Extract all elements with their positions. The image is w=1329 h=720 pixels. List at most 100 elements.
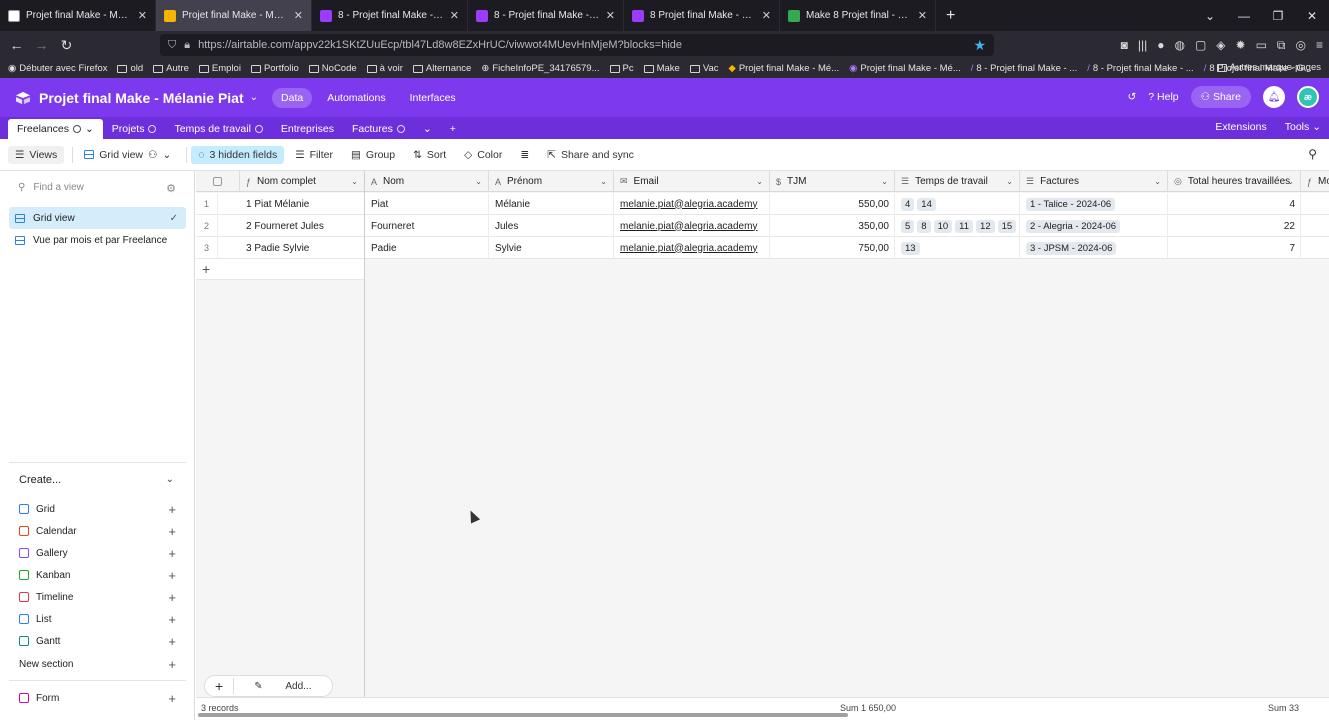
- create-kanban[interactable]: Kanban +: [19, 565, 176, 585]
- cell-tjm[interactable]: 750,00: [770, 237, 895, 259]
- linked-record-chip[interactable]: 12: [976, 219, 995, 233]
- linked-record-chip[interactable]: 11: [955, 219, 974, 233]
- pocket-icon[interactable]: ◙: [1121, 38, 1128, 52]
- email-link[interactable]: melanie.piat@alegria.academy: [620, 243, 757, 254]
- linked-record-chip[interactable]: 4: [901, 197, 915, 211]
- plus-icon[interactable]: +: [168, 612, 176, 627]
- share-button[interactable]: ⚇ Share: [1190, 86, 1251, 108]
- notifications-bell-icon[interactable]: 🔔︎: [1263, 86, 1285, 108]
- cell-total-heures[interactable]: 4: [1168, 193, 1301, 215]
- tab-entreprises[interactable]: Entreprises: [272, 119, 343, 139]
- bookmark-item[interactable]: ◉ Débuter avec Firefox: [8, 63, 107, 74]
- extension-icon[interactable]: ▢: [1195, 38, 1206, 52]
- bookmark-folder[interactable]: Emploi: [198, 63, 241, 74]
- table-row[interactable]: 3 3 Padie Sylvie Padie Sylvie melanie.pi…: [196, 237, 1329, 259]
- close-tab-icon[interactable]: ✕: [606, 9, 615, 22]
- extension-p-icon[interactable]: ●: [1157, 38, 1164, 52]
- filter-button[interactable]: ☰ Filter: [288, 146, 340, 164]
- email-link[interactable]: melanie.piat@alegria.academy: [620, 221, 757, 232]
- url-bar[interactable]: ⛉ 🔒︎ https://airtable.com/appv22k1SKtZUu…: [160, 34, 994, 56]
- add-record-button[interactable]: +: [205, 678, 235, 694]
- linked-record-chip[interactable]: 8: [917, 219, 931, 233]
- sum-total-heures[interactable]: Sum 33: [1268, 703, 1299, 713]
- cell-factures[interactable]: 1 - Talice - 2024-06: [1020, 193, 1168, 215]
- tab-factures[interactable]: Factures: [343, 119, 414, 139]
- library-icon[interactable]: |||: [1138, 38, 1147, 52]
- chevron-down-icon[interactable]: ⌄: [881, 177, 888, 186]
- sort-button[interactable]: ⇅ Sort: [406, 146, 453, 164]
- add-table-button[interactable]: +: [441, 119, 465, 139]
- create-timeline[interactable]: Timeline +: [19, 587, 176, 607]
- column-header-total-heures[interactable]: ◎ Total heures travaillées ⌄: [1168, 171, 1301, 192]
- create-new-section[interactable]: New section +: [19, 654, 176, 674]
- create-list[interactable]: List +: [19, 609, 176, 629]
- row-height-button[interactable]: ≣: [513, 146, 536, 164]
- column-header-partial[interactable]: ƒ Mo: [1301, 171, 1329, 192]
- cell-email[interactable]: melanie.piat@alegria.academy: [614, 215, 770, 237]
- bookmark-item[interactable]: ⊕ FicheInfoPE_34176579...: [481, 63, 599, 74]
- tab-freelances[interactable]: Freelances ⌄: [8, 119, 103, 139]
- table-row[interactable]: 1 1 Piat Mélanie Piat Mélanie melanie.pi…: [196, 193, 1329, 215]
- extensions-button[interactable]: Extensions: [1215, 121, 1266, 133]
- gear-icon[interactable]: ⚙: [166, 182, 176, 195]
- bookmark-item[interactable]: ◆ Projet final Make - Mé...: [729, 63, 840, 74]
- browser-tab[interactable]: Make 8 Projet final - Google Dri ✕: [780, 0, 936, 31]
- bookmark-item[interactable]: ◉ Projet final Make - Mé...: [849, 63, 961, 74]
- shield-icon[interactable]: ⛉: [168, 39, 176, 52]
- chevron-down-icon[interactable]: ⌄: [475, 177, 482, 186]
- bookmark-folder[interactable]: Pc: [609, 63, 634, 74]
- reload-icon[interactable]: ↻: [54, 37, 79, 54]
- chevron-down-icon[interactable]: ⌄: [85, 123, 94, 135]
- linked-record-chip[interactable]: 3 - JPSM - 2024-06: [1026, 241, 1117, 255]
- forward-icon[interactable]: →: [29, 37, 54, 53]
- column-header-tjm[interactable]: $ TJM ⌄: [770, 171, 895, 192]
- views-toggle-button[interactable]: ☰ Views: [8, 145, 65, 164]
- bookmark-folder[interactable]: Alternance: [412, 63, 471, 74]
- hidden-fields-button[interactable]: ◌ 3 hidden fields: [191, 145, 285, 164]
- linked-record-chip[interactable]: 15: [997, 219, 1017, 233]
- add-with-options-button[interactable]: ✎ Add...: [234, 681, 331, 692]
- plus-icon[interactable]: +: [168, 502, 176, 517]
- cell-tjm[interactable]: 550,00: [770, 193, 895, 215]
- cell-nom-complet[interactable]: 1 Piat Mélanie: [240, 193, 365, 215]
- close-tab-icon[interactable]: ✕: [450, 9, 459, 22]
- extensions-puzzle-icon[interactable]: ⧉: [1277, 38, 1286, 53]
- close-tab-icon[interactable]: ✕: [294, 9, 303, 22]
- cell-factures[interactable]: 3 - JPSM - 2024-06: [1020, 237, 1168, 259]
- plus-icon[interactable]: +: [168, 657, 176, 672]
- plus-icon[interactable]: +: [168, 634, 176, 649]
- nav-automations[interactable]: Automations: [318, 88, 394, 108]
- create-calendar[interactable]: Calendar +: [19, 521, 176, 541]
- table-row[interactable]: 2 2 Fourneret Jules Fourneret Jules mela…: [196, 215, 1329, 237]
- horizontal-scrollbar[interactable]: [198, 713, 848, 717]
- bookmark-item[interactable]: /8 - Projet final Make - ...: [1087, 63, 1193, 74]
- create-section-title[interactable]: Create...: [19, 474, 61, 486]
- maximize-icon[interactable]: ❐: [1261, 9, 1295, 23]
- create-gallery[interactable]: Gallery +: [19, 543, 176, 563]
- chevron-down-icon[interactable]: ⌄: [1287, 177, 1294, 186]
- sidebar-view-vue-par-mois[interactable]: Vue par mois et par Freelance: [9, 229, 186, 251]
- sum-tjm[interactable]: Sum 1 650,00: [840, 703, 896, 713]
- cell-factures[interactable]: 2 - Alegria - 2024-06: [1020, 215, 1168, 237]
- color-button[interactable]: ◇ Color: [457, 146, 509, 164]
- chevron-down-icon[interactable]: ⌄: [600, 177, 607, 186]
- bookmark-folder[interactable]: Vac: [689, 63, 719, 74]
- cell-prenom[interactable]: Sylvie: [489, 237, 614, 259]
- plus-icon[interactable]: +: [168, 691, 176, 706]
- menu-icon[interactable]: ≡: [1316, 38, 1323, 52]
- linked-record-chip[interactable]: 2 - Alegria - 2024-06: [1026, 219, 1121, 233]
- tab-temps-de-travail[interactable]: Temps de travail: [165, 119, 271, 139]
- email-link[interactable]: melanie.piat@alegria.academy: [620, 199, 757, 210]
- cell-prenom[interactable]: Jules: [489, 215, 614, 237]
- chevron-down-icon[interactable]: ⌄: [351, 177, 358, 186]
- find-view-input[interactable]: ⚲ Find a view: [18, 182, 84, 193]
- plus-icon[interactable]: +: [168, 568, 176, 583]
- search-icon[interactable]: ⚲: [1308, 147, 1317, 161]
- column-header-prenom[interactable]: A Prénom ⌄: [489, 171, 614, 192]
- close-tab-icon[interactable]: ✕: [762, 9, 771, 22]
- column-header-email[interactable]: ✉ Email ⌄: [614, 171, 770, 192]
- cell-temps-de-travail[interactable]: 13: [895, 237, 1020, 259]
- all-tables-button[interactable]: ⌄: [414, 119, 441, 139]
- bookmark-folder[interactable]: Make: [643, 63, 680, 74]
- cell-total-heures[interactable]: 22: [1168, 215, 1301, 237]
